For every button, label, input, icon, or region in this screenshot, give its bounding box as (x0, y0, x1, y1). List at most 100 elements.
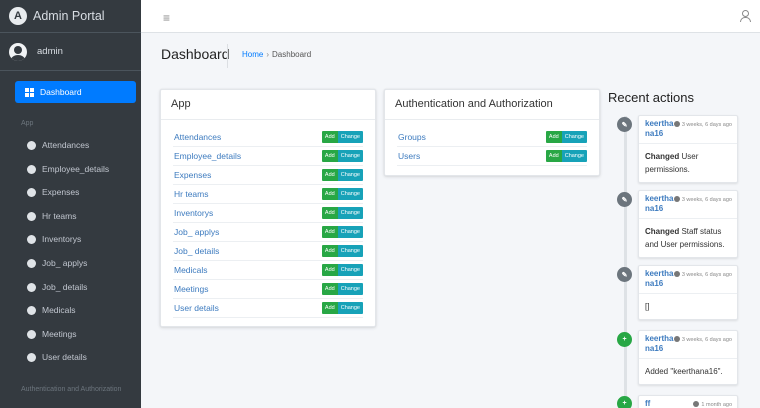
row-actions: Add Change (545, 131, 587, 143)
top-navbar: ≡ (141, 0, 760, 33)
breadcrumb-home[interactable]: Home (242, 50, 263, 59)
add-button[interactable]: Add (545, 150, 562, 162)
row-actions: Add Change (545, 150, 587, 162)
timeline-header: keerthana16 3 weeks, 6 days ago (639, 191, 737, 219)
timeline-user-link[interactable]: keerthana16 (645, 119, 677, 139)
add-button[interactable]: Add (321, 264, 338, 276)
row-actions: Add Change (321, 207, 363, 219)
add-button[interactable]: Add (321, 302, 338, 314)
model-link[interactable]: User details (174, 303, 219, 313)
row-actions: Add Change (321, 188, 363, 200)
change-button[interactable]: Change (337, 283, 363, 295)
add-button[interactable]: Add (321, 207, 338, 219)
add-button[interactable]: Add (545, 131, 562, 143)
card-divider (385, 119, 599, 120)
brand-title: Admin Portal (33, 9, 105, 23)
sidebar-item-dashboard[interactable]: Dashboard (15, 81, 136, 103)
timeline-item: keerthana16 3 weeks, 6 days ago Changed Us… (638, 115, 738, 183)
sidebar-item-meetings[interactable]: Meetings (27, 326, 77, 342)
timeline-time: 3 weeks, 6 days ago (673, 121, 732, 128)
row-actions: Add Change (321, 302, 363, 314)
row-actions: Add Change (321, 264, 363, 276)
row-actions: Add Change (321, 226, 363, 238)
change-button[interactable]: Change (337, 207, 363, 219)
circle-icon (27, 234, 36, 244)
action-description: [] (645, 302, 650, 311)
circle-icon (27, 211, 36, 221)
change-button[interactable]: Change (337, 226, 363, 238)
user-panel[interactable]: admin (0, 33, 141, 71)
sidebar-item-attendances[interactable]: Attendances (27, 137, 89, 153)
model-row: Groups Add Change (397, 128, 587, 147)
edit-icon: ✎ (617, 117, 632, 132)
breadcrumb-separator: › (266, 50, 270, 59)
change-button[interactable]: Change (337, 150, 363, 162)
model-link[interactable]: Users (398, 151, 420, 161)
change-button[interactable]: Change (337, 169, 363, 181)
sidebar-item-inventorys[interactable]: Inventorys (27, 231, 81, 247)
timeline-time: 3 weeks, 6 days ago (673, 336, 732, 343)
card-title: Authentication and Authorization (395, 98, 553, 110)
model-link[interactable]: Job_ details (174, 246, 219, 256)
sidebar-item-job-details[interactable]: Job_ details (27, 279, 87, 295)
add-button[interactable]: Add (321, 245, 338, 257)
edit-icon: ✎ (617, 267, 632, 282)
change-button[interactable]: Change (337, 131, 363, 143)
timeline-user-link[interactable]: keerthana16 (645, 194, 677, 214)
change-button[interactable]: Change (337, 245, 363, 257)
model-link[interactable]: Meetings (174, 284, 209, 294)
change-button[interactable]: Change (561, 131, 587, 143)
model-link[interactable]: Hr teams (174, 189, 208, 199)
row-actions: Add Change (321, 245, 363, 257)
clock-icon (673, 121, 680, 127)
add-button[interactable]: Add (321, 150, 338, 162)
circle-icon (27, 258, 36, 268)
edit-icon: ✎ (617, 192, 632, 207)
sidebar-item-expenses[interactable]: Expenses (27, 184, 79, 200)
add-button[interactable]: Add (321, 283, 338, 295)
model-row: User details Add Change (173, 299, 363, 318)
timeline-item: keerthana16 3 weeks, 6 days ago Added "kee… (638, 330, 738, 385)
clock-icon (693, 401, 700, 407)
row-actions: Add Change (321, 169, 363, 181)
add-button[interactable]: Add (321, 188, 338, 200)
model-row: Users Add Change (397, 147, 587, 166)
hamburger-icon[interactable]: ≡ (163, 11, 170, 25)
user-icon[interactable] (740, 10, 751, 22)
change-button[interactable]: Change (337, 188, 363, 200)
header-divider (227, 44, 228, 68)
model-row: Inventorys Add Change (173, 204, 363, 223)
sidebar-item-label: Meetings (42, 329, 77, 339)
change-button[interactable]: Change (337, 264, 363, 276)
change-button[interactable]: Change (337, 302, 363, 314)
add-icon: + (617, 332, 632, 347)
model-link[interactable]: Expenses (174, 170, 211, 180)
model-link[interactable]: Employee_details (174, 151, 241, 161)
sidebar-item-label: Medicals (42, 305, 76, 315)
avatar-icon (9, 42, 27, 61)
model-link[interactable]: Medicals (174, 265, 208, 275)
brand-link[interactable]: A Admin Portal (0, 0, 141, 33)
sidebar-item-employee-details[interactable]: Employee_details (27, 161, 109, 177)
sidebar-item-user-details[interactable]: User details (27, 349, 87, 365)
add-button[interactable]: Add (321, 169, 338, 181)
timeline-header: keerthana16 3 weeks, 6 days ago (639, 266, 737, 294)
timeline-body: Changed Staff status and User permission… (639, 219, 737, 257)
circle-icon (27, 164, 36, 174)
page-title: Dashboard (161, 46, 230, 62)
sidebar-item-medicals[interactable]: Medicals (27, 302, 76, 318)
app-card: App Attendances Add Change Employee_details… (160, 89, 376, 327)
timeline-user-link[interactable]: keerthana16 (645, 334, 677, 354)
change-button[interactable]: Change (561, 150, 587, 162)
model-link[interactable]: Attendances (174, 132, 221, 142)
add-button[interactable]: Add (321, 131, 338, 143)
sidebar-item-hr-teams[interactable]: Hr teams (27, 208, 76, 224)
model-link[interactable]: Inventorys (174, 208, 213, 218)
clock-icon (673, 271, 680, 277)
timeline-user-link[interactable]: ff (645, 399, 677, 408)
sidebar-item-job-applys[interactable]: Job_ applys (27, 255, 87, 271)
model-link[interactable]: Groups (398, 132, 426, 142)
model-link[interactable]: Job_ applys (174, 227, 219, 237)
add-button[interactable]: Add (321, 226, 338, 238)
timeline-user-link[interactable]: keerthana16 (645, 269, 677, 289)
